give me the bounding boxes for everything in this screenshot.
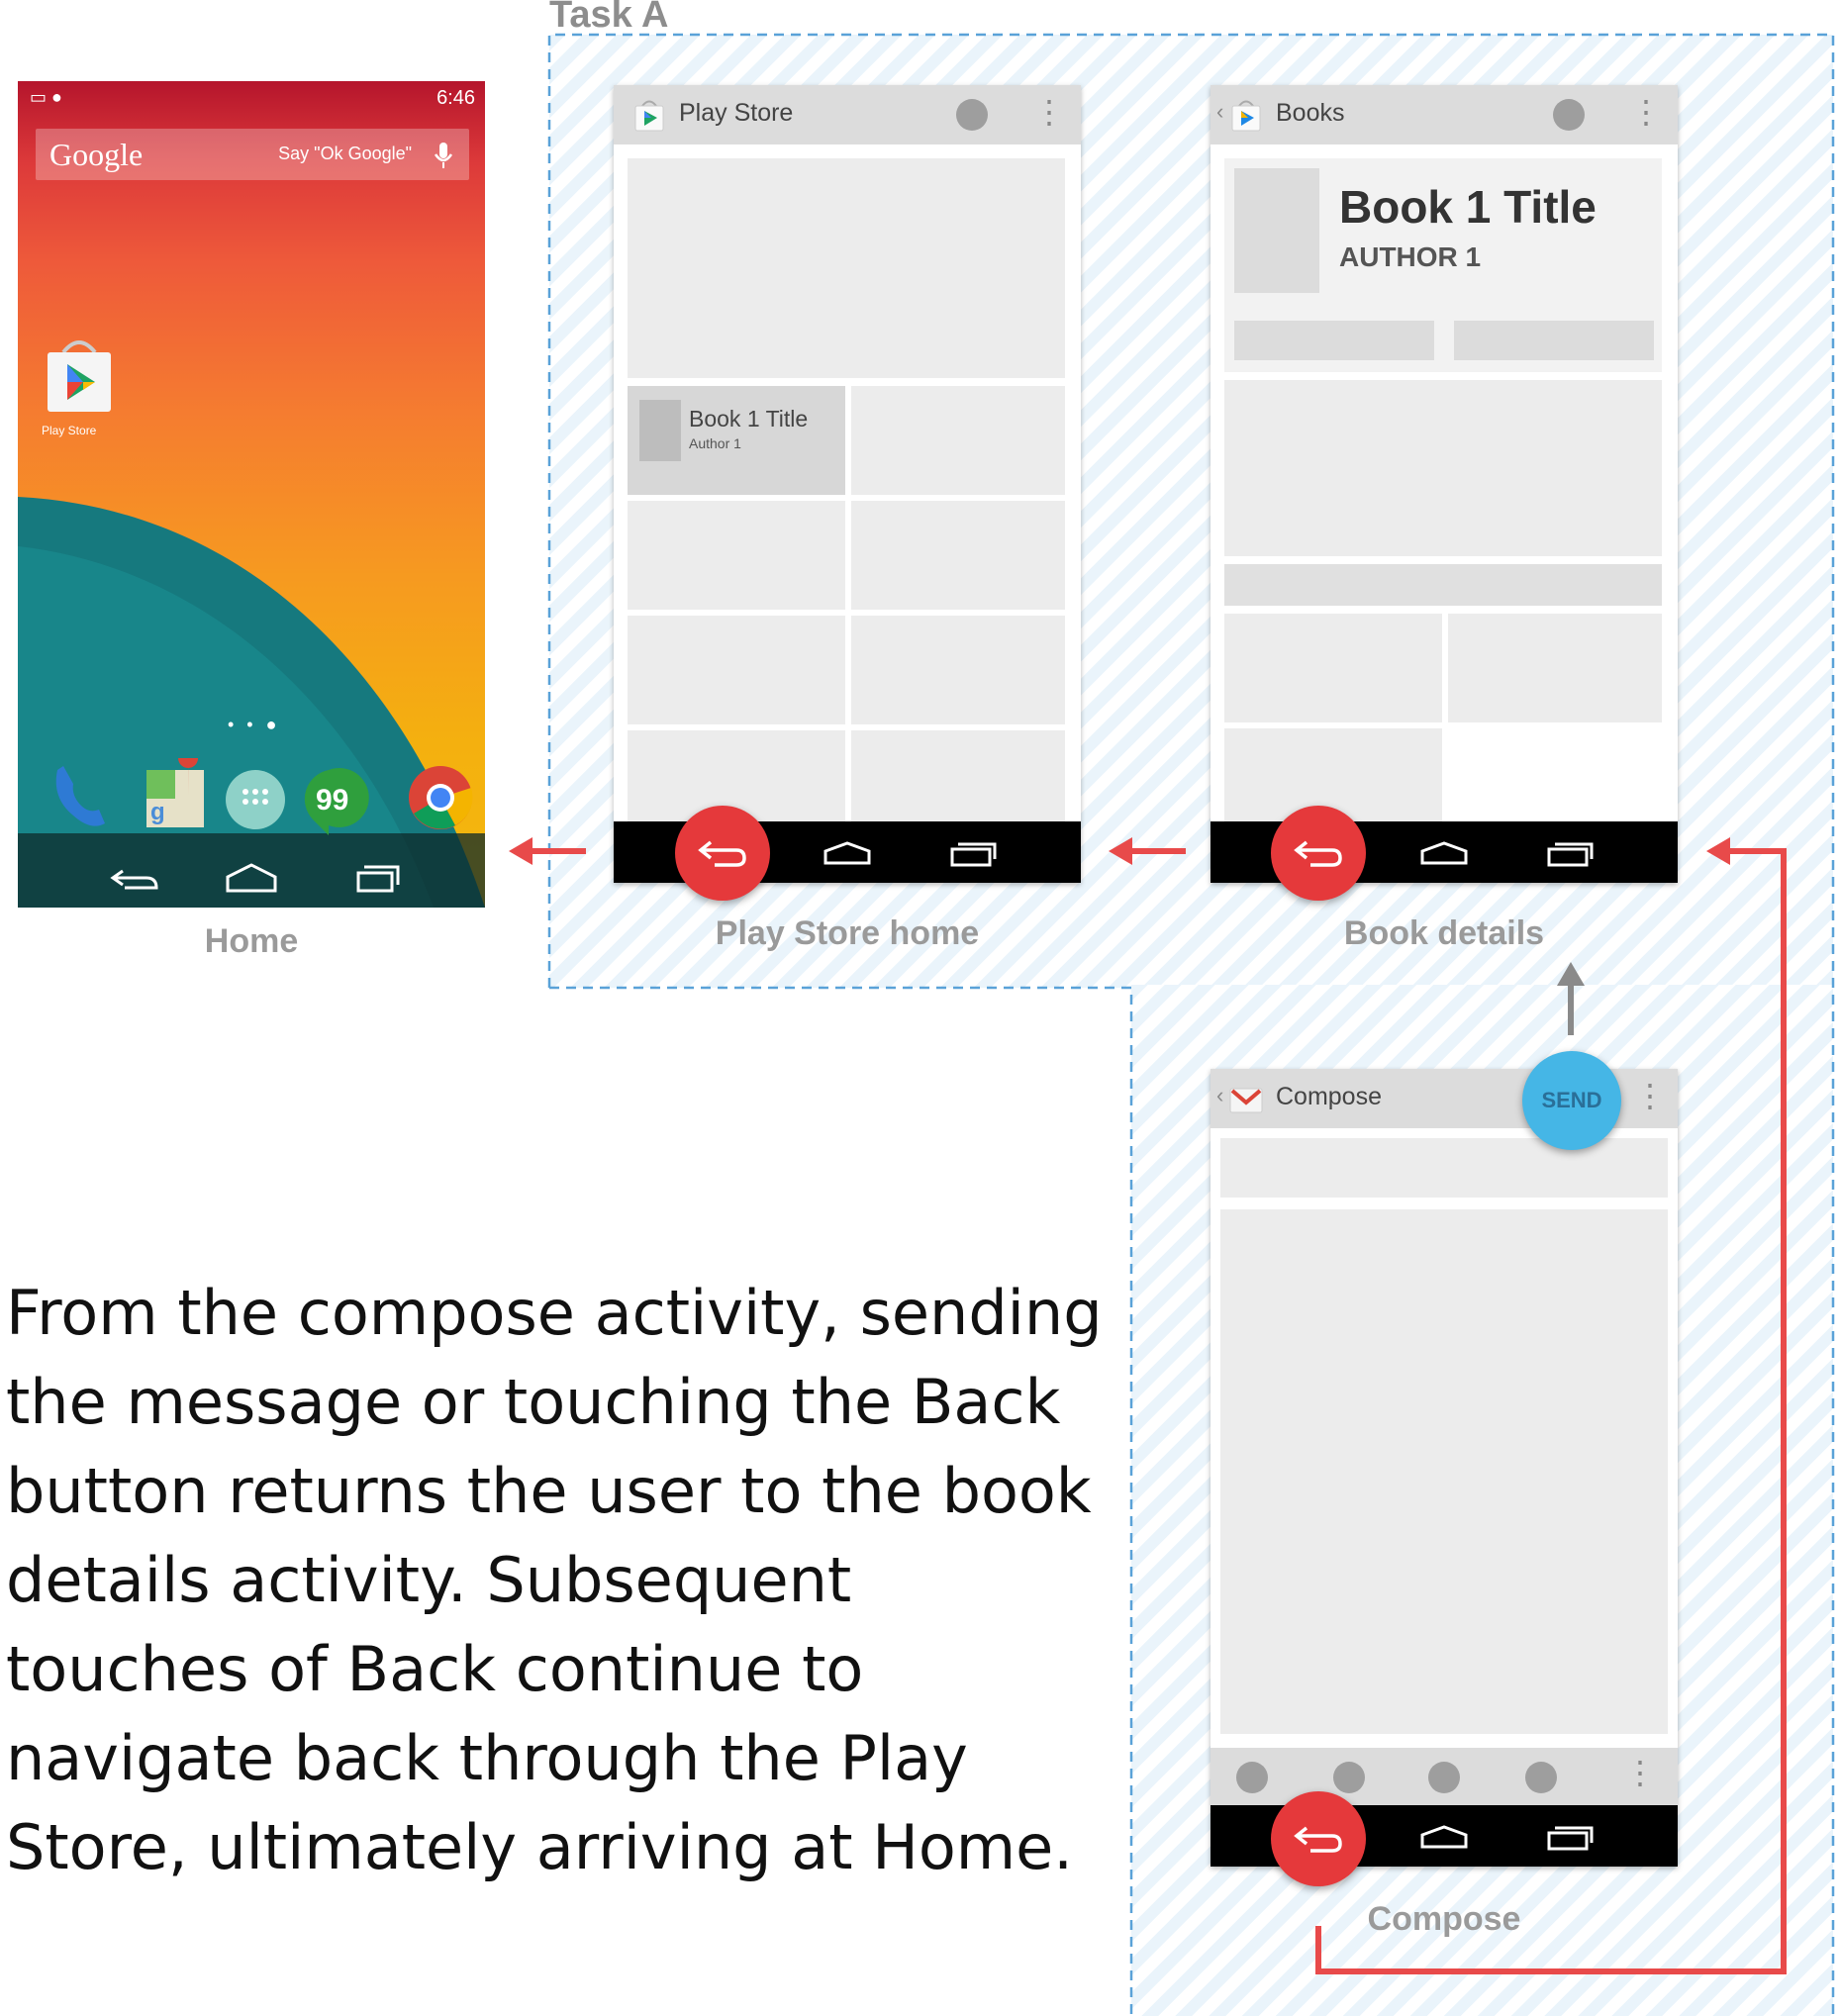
send-up-arrow — [1557, 962, 1585, 1035]
compose-back-return-path — [1315, 837, 1787, 1974]
description-text: From the compose activity, sending the m… — [6, 1277, 1103, 1883]
back-arrow-to-home — [509, 837, 586, 865]
back-arrow-to-play-store — [1109, 837, 1186, 865]
